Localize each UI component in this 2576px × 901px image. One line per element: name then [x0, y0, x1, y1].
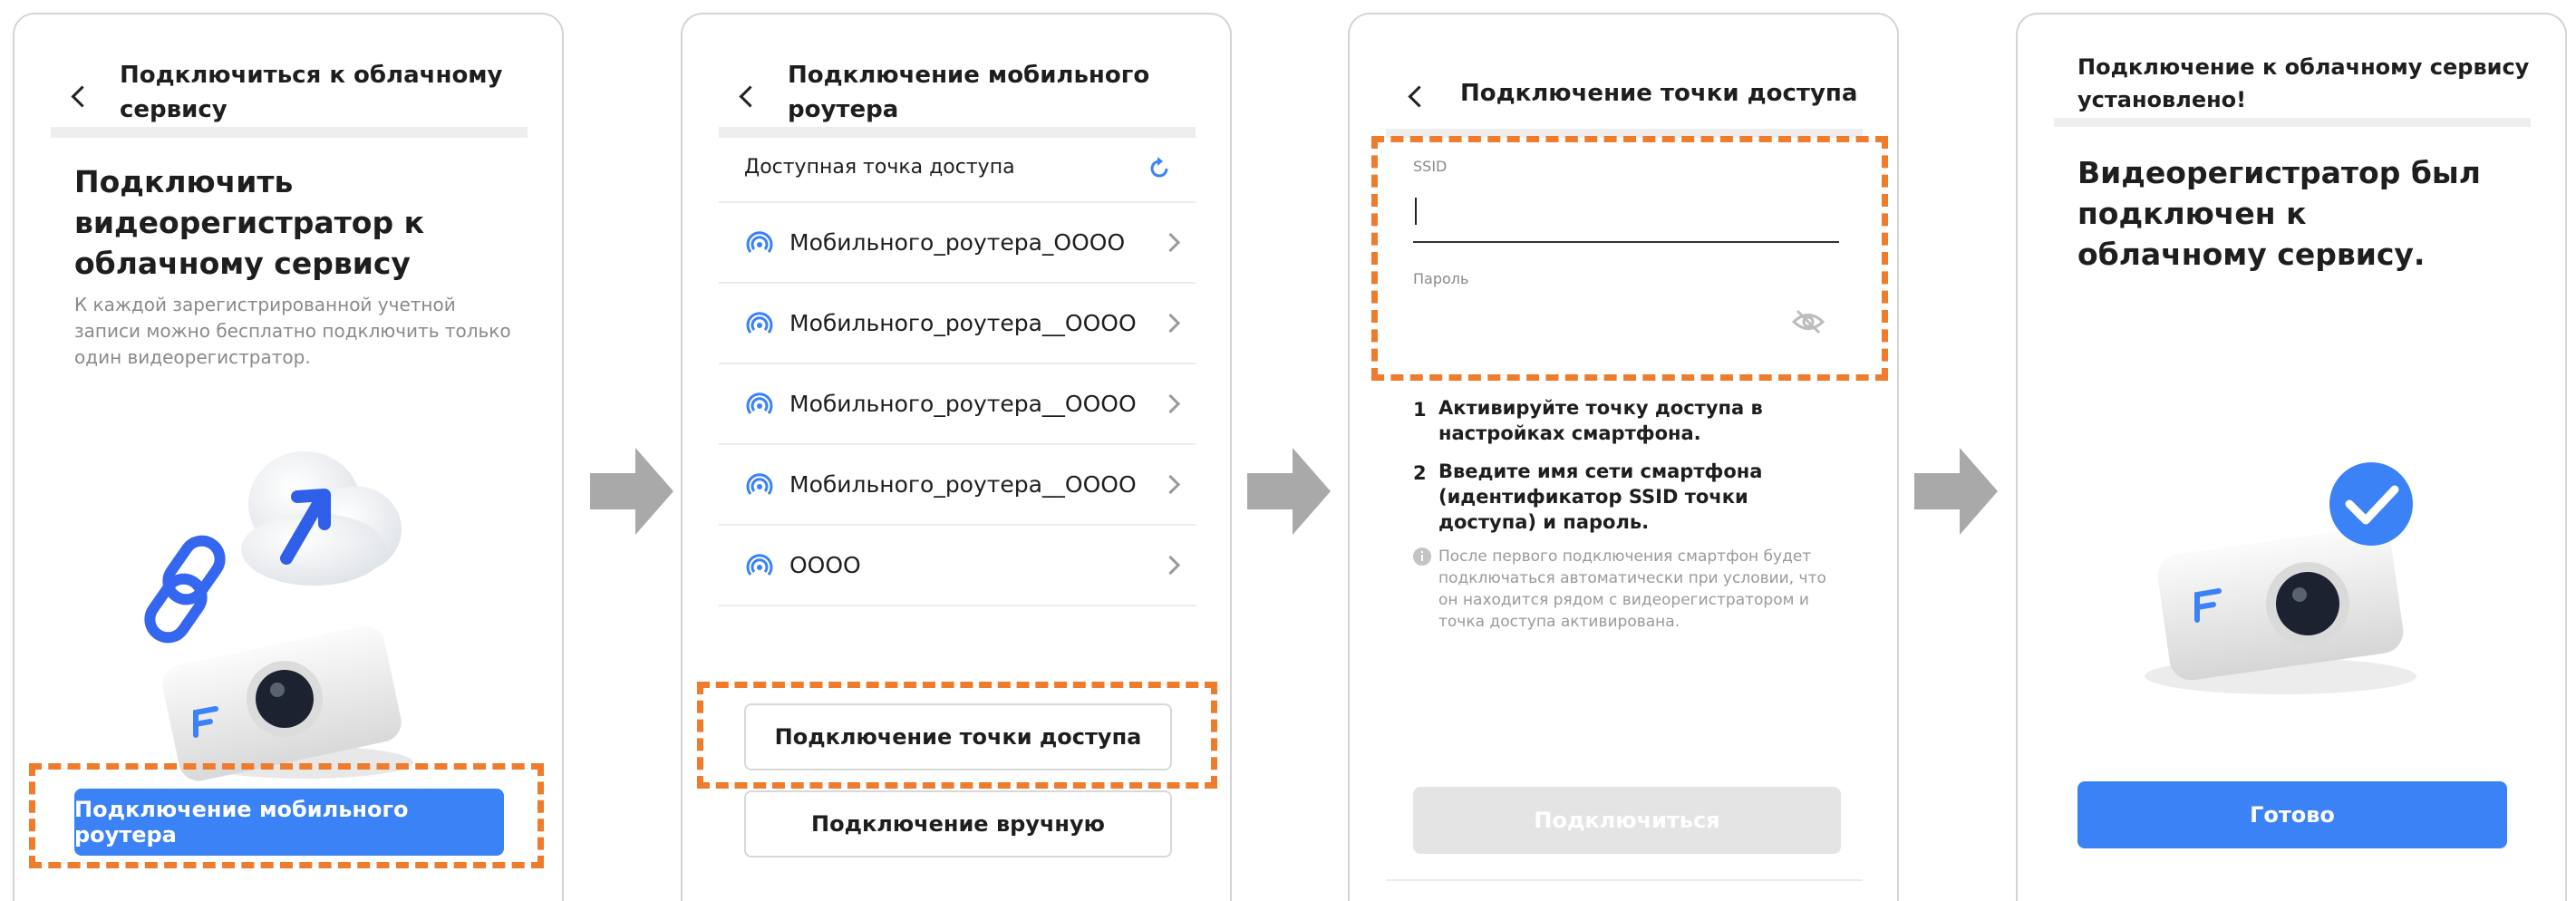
main-heading: Видеорегистратор был подключен к облачно…	[2077, 155, 2481, 272]
connect-button[interactable]: Подключиться	[1413, 787, 1841, 854]
chevron-right-icon	[1160, 393, 1181, 414]
info-note: После первого подключения смартфон будет…	[1438, 547, 1826, 631]
header-divider	[2054, 118, 2531, 127]
text-cursor	[1415, 198, 1417, 225]
back-icon[interactable]	[71, 85, 93, 108]
dashcam-icon	[2145, 527, 2416, 694]
network-name: Мобильного_роутера__OOOO	[789, 310, 1137, 336]
chevron-right-icon	[1160, 313, 1181, 334]
step-number: 2	[1413, 462, 1427, 484]
step-text: Активируйте точку доступа в настройках с…	[1438, 397, 1763, 444]
section-label: Доступная точка доступа	[744, 156, 1015, 179]
screen-hotspot-connect: Подключение точки доступа SSID Пароль 1 …	[1348, 13, 1899, 901]
step-text: Введите имя сети смартфона (идентификато…	[1438, 460, 1763, 533]
success-illustration	[2145, 462, 2416, 694]
hotspot-icon	[746, 230, 773, 253]
screen-connected: Подключение к облачному сервису установл…	[2016, 13, 2567, 901]
list-item[interactable]: Мобильного_роутера__OOOO	[719, 364, 1196, 445]
chevron-right-icon	[1160, 232, 1181, 253]
back-icon[interactable]	[739, 85, 761, 108]
cloud-connect-illustration	[144, 451, 413, 781]
page-title: Подключение к облачному сервису установл…	[2077, 54, 2530, 112]
chain-link-icon	[144, 535, 226, 644]
step-number: 1	[1413, 399, 1427, 421]
list-item[interactable]: Мобильного_роутера__OOOO	[719, 445, 1196, 526]
network-name: Мобильного_роутера_OOOO	[789, 229, 1126, 256]
ssid-label: SSID	[1413, 158, 1448, 175]
mobile-router-connect-button[interactable]: Подключение мобильного роутера	[74, 789, 504, 856]
list-item[interactable]: OOOO	[719, 526, 1196, 606]
network-name: Мобильного_роутера__OOOO	[789, 471, 1137, 498]
chevron-right-icon	[1160, 555, 1181, 576]
eye-off-icon[interactable]	[1792, 308, 1825, 335]
manual-connect-button[interactable]: Подключение вручную	[744, 790, 1172, 857]
bottom-divider	[1386, 879, 1863, 881]
screen-mobile-router: Подключение мобильного роутера Доступная…	[681, 13, 1232, 901]
password-label: Пароль	[1413, 270, 1469, 287]
check-circle-icon	[2329, 462, 2413, 546]
dashcam-icon	[162, 625, 413, 781]
cloud-upload-icon	[241, 451, 402, 586]
flow-arrow-icon	[1247, 448, 1331, 535]
hotspot-icon	[746, 311, 773, 334]
page-title: Подключение точки доступа	[1460, 80, 1858, 107]
page-title: Подключиться к облачному сервису	[120, 62, 503, 123]
network-name: Мобильного_роутера__OOOO	[789, 391, 1137, 417]
hotspot-connect-button[interactable]: Подключение точки доступа	[744, 703, 1172, 770]
password-field[interactable]	[1413, 301, 1839, 352]
ssid-field[interactable]	[1413, 190, 1839, 243]
info-icon	[1413, 547, 1431, 566]
header-divider	[719, 127, 1196, 138]
description: К каждой зарегистрированной учетной запи…	[74, 294, 511, 368]
main-heading: Подключить видеорегистратор к облачному …	[74, 164, 424, 281]
network-name: OOOO	[789, 552, 861, 578]
chevron-right-icon	[1160, 474, 1181, 495]
list-item[interactable]: Мобильного_роутера_OOOO	[719, 203, 1196, 284]
back-icon[interactable]	[1408, 85, 1430, 108]
flow-arrow-icon	[590, 448, 673, 535]
screen-connect-cloud: Подключиться к облачному сервису Подключ…	[13, 13, 564, 901]
list-item[interactable]: Мобильного_роутера__OOOO	[719, 284, 1196, 364]
header-divider	[51, 127, 528, 138]
hotspot-icon	[746, 553, 773, 576]
flow-arrow-icon	[1914, 448, 1998, 535]
hotspot-icon	[746, 392, 773, 414]
page-title: Подключение мобильного роутера	[788, 62, 1150, 123]
hotspot-icon	[746, 472, 773, 495]
done-button[interactable]: Готово	[2077, 781, 2507, 848]
refresh-icon[interactable]	[1147, 156, 1172, 181]
